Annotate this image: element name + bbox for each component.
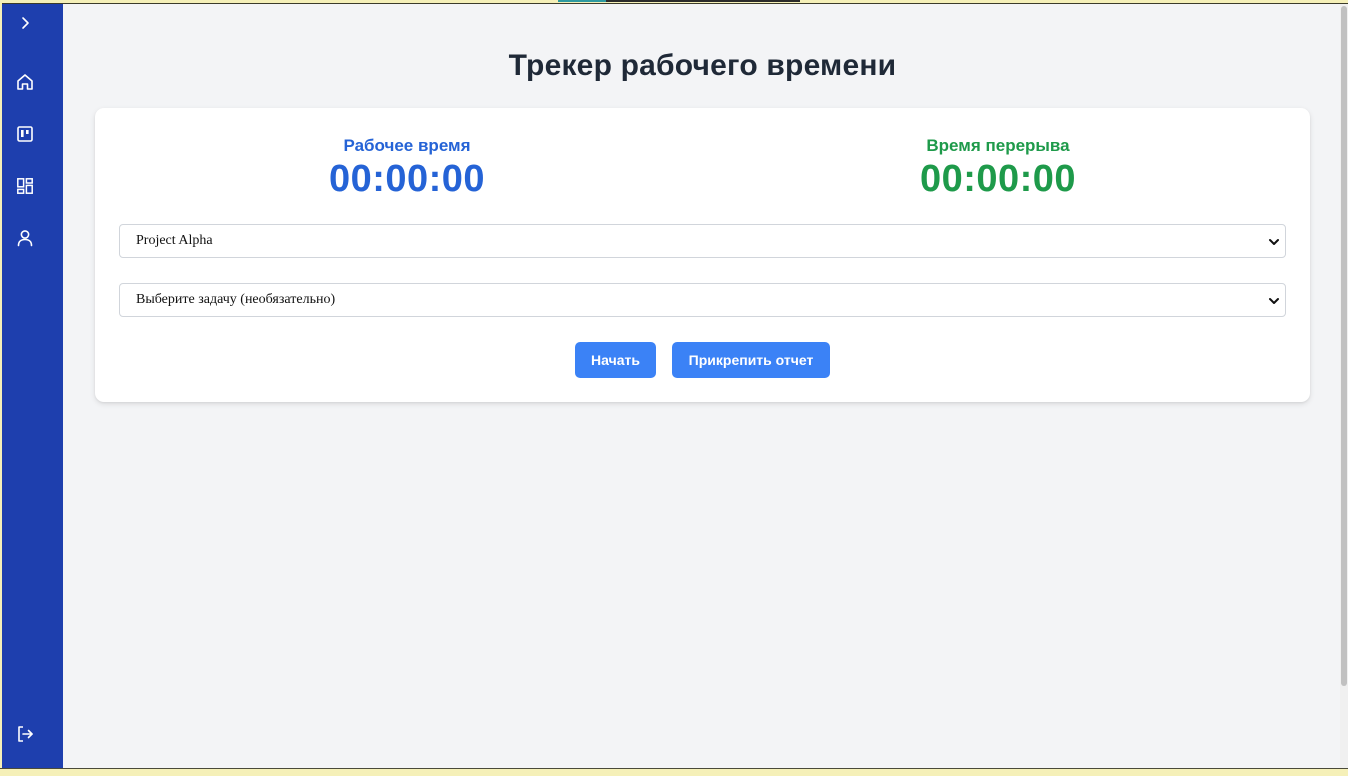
logout-icon	[18, 726, 33, 742]
break-timer-label: Время перерыва	[926, 136, 1070, 155]
sidebar-item-board[interactable]	[12, 121, 38, 147]
break-timer-value: 00:00:00	[919, 158, 1077, 200]
dashboard-grid-icon	[17, 178, 33, 194]
task-select-value: Выберите задачу (необязательно)	[136, 292, 336, 307]
chevron-down-icon	[1269, 298, 1279, 304]
page-scrollbar[interactable]	[1340, 4, 1348, 768]
window-tab-accent	[558, 0, 606, 2]
sidebar-item-profile[interactable]	[12, 225, 38, 251]
window-bottom-strip	[0, 768, 1348, 776]
home-icon	[17, 74, 33, 90]
project-select[interactable]: Project Alpha	[119, 224, 1286, 258]
start-button[interactable]: Начать	[575, 342, 656, 378]
user-icon	[17, 230, 33, 247]
chevron-right-icon	[22, 17, 29, 29]
sidebar	[2, 4, 63, 768]
sidebar-expand-button[interactable]	[12, 10, 38, 36]
attach-report-button[interactable]: Прикрепить отчет	[672, 342, 830, 378]
break-timer: Время перерыва 00:00:00	[848, 136, 1148, 200]
sidebar-logout-button[interactable]	[12, 721, 38, 747]
time-tracker-card: Рабочее время 00:00:00 Время перерыва 00…	[95, 108, 1310, 402]
main-content: Трекер рабочего времени Рабочее время 00…	[63, 4, 1340, 768]
work-timer: Рабочее время 00:00:00	[257, 136, 557, 200]
sidebar-item-home[interactable]	[12, 69, 38, 95]
chevron-down-icon	[1269, 239, 1279, 245]
work-timer-label: Рабочее время	[343, 136, 471, 155]
scrollbar-thumb[interactable]	[1341, 6, 1347, 686]
project-select-value: Project Alpha	[136, 233, 213, 248]
kanban-board-icon	[17, 126, 33, 142]
sidebar-item-dashboard[interactable]	[12, 173, 38, 199]
page-title: Трекер рабочего времени	[508, 49, 897, 82]
task-select[interactable]: Выберите задачу (необязательно)	[119, 283, 1286, 317]
work-timer-value: 00:00:00	[328, 158, 486, 200]
